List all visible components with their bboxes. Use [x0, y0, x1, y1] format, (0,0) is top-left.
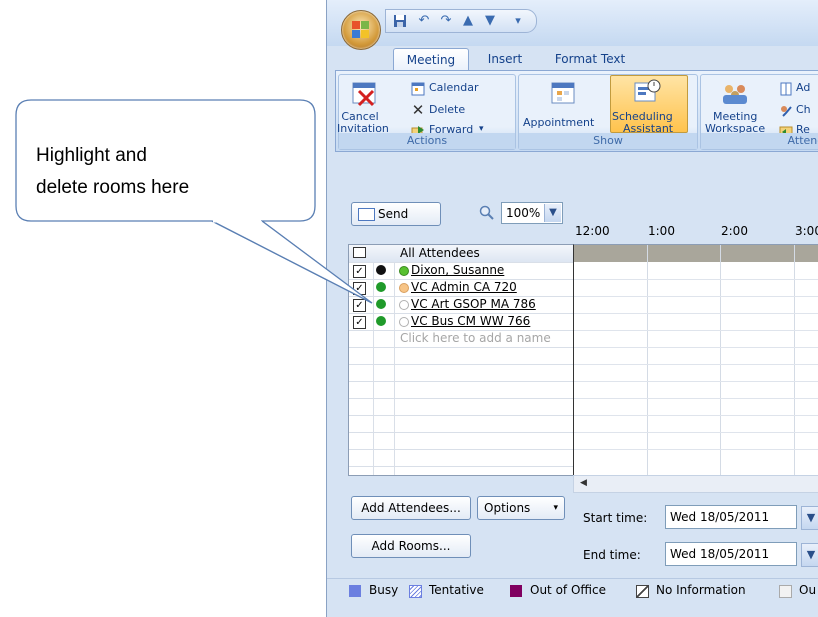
callout-pointer: [211, 219, 373, 304]
